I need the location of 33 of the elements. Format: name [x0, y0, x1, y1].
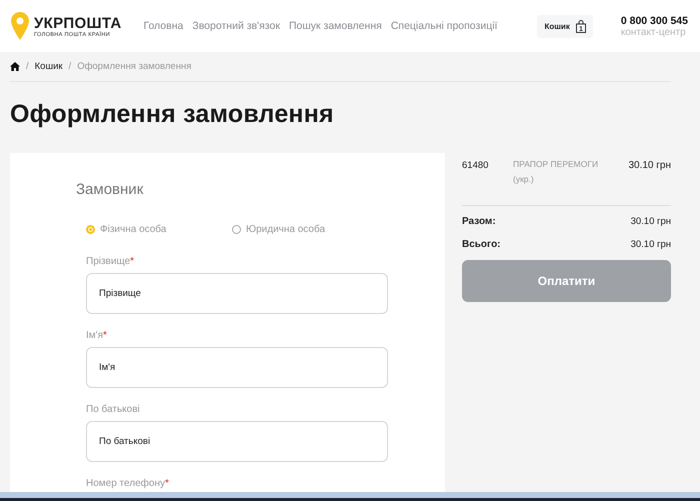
phone-number: 0 800 300 545 — [620, 14, 688, 26]
total-label: Всього: — [462, 239, 501, 250]
field-label: По батькові — [86, 404, 141, 415]
field-label: Ім'я* — [86, 330, 108, 341]
home-icon[interactable] — [10, 62, 20, 71]
page-title: Оформлення замовлення — [10, 100, 335, 129]
field-label: Прізвище* — [86, 256, 136, 267]
total-label: Разом: — [462, 216, 496, 227]
breadcrumb-separator: / — [68, 61, 72, 72]
section-title: Замовник — [76, 181, 144, 198]
product-name: ПРАПОР ПЕРЕМОГИ (укр.) — [513, 158, 600, 186]
nav-link[interactable]: Пошук замовлення — [288, 20, 382, 32]
radio-button[interactable] — [232, 225, 241, 234]
contact-center-caption: контакт-центр — [620, 26, 686, 38]
field-label: Номер телефону* — [86, 478, 170, 489]
radio-button[interactable] — [86, 225, 95, 234]
nav-link[interactable]: Спеціальні пропозиції — [390, 20, 498, 32]
input-field[interactable]: По батькові — [86, 421, 388, 462]
breadcrumb-link[interactable]: Кошик — [34, 61, 63, 72]
nav-link[interactable]: Головна — [143, 20, 184, 32]
radio-option[interactable]: Фізична особа — [86, 224, 232, 235]
input-field[interactable]: Прізвище — [86, 273, 388, 314]
total-value: 30.10 грн — [630, 239, 671, 250]
location-pin-icon — [10, 11, 30, 41]
total-value: 30.10 грн — [630, 216, 671, 227]
input-field[interactable]: Ім'я — [86, 347, 388, 388]
logo-title: УКРПОШТА — [34, 14, 122, 32]
product-price: 30.10 грн — [628, 159, 671, 173]
breadcrumb-current: Оформлення замовлення — [77, 61, 192, 72]
breadcrumb-separator: / — [26, 61, 29, 72]
radio-option[interactable]: Юридична особа — [232, 224, 378, 235]
product-code: 61480 — [462, 159, 490, 173]
nav-link[interactable]: Зворотний зв'язок — [192, 20, 280, 32]
